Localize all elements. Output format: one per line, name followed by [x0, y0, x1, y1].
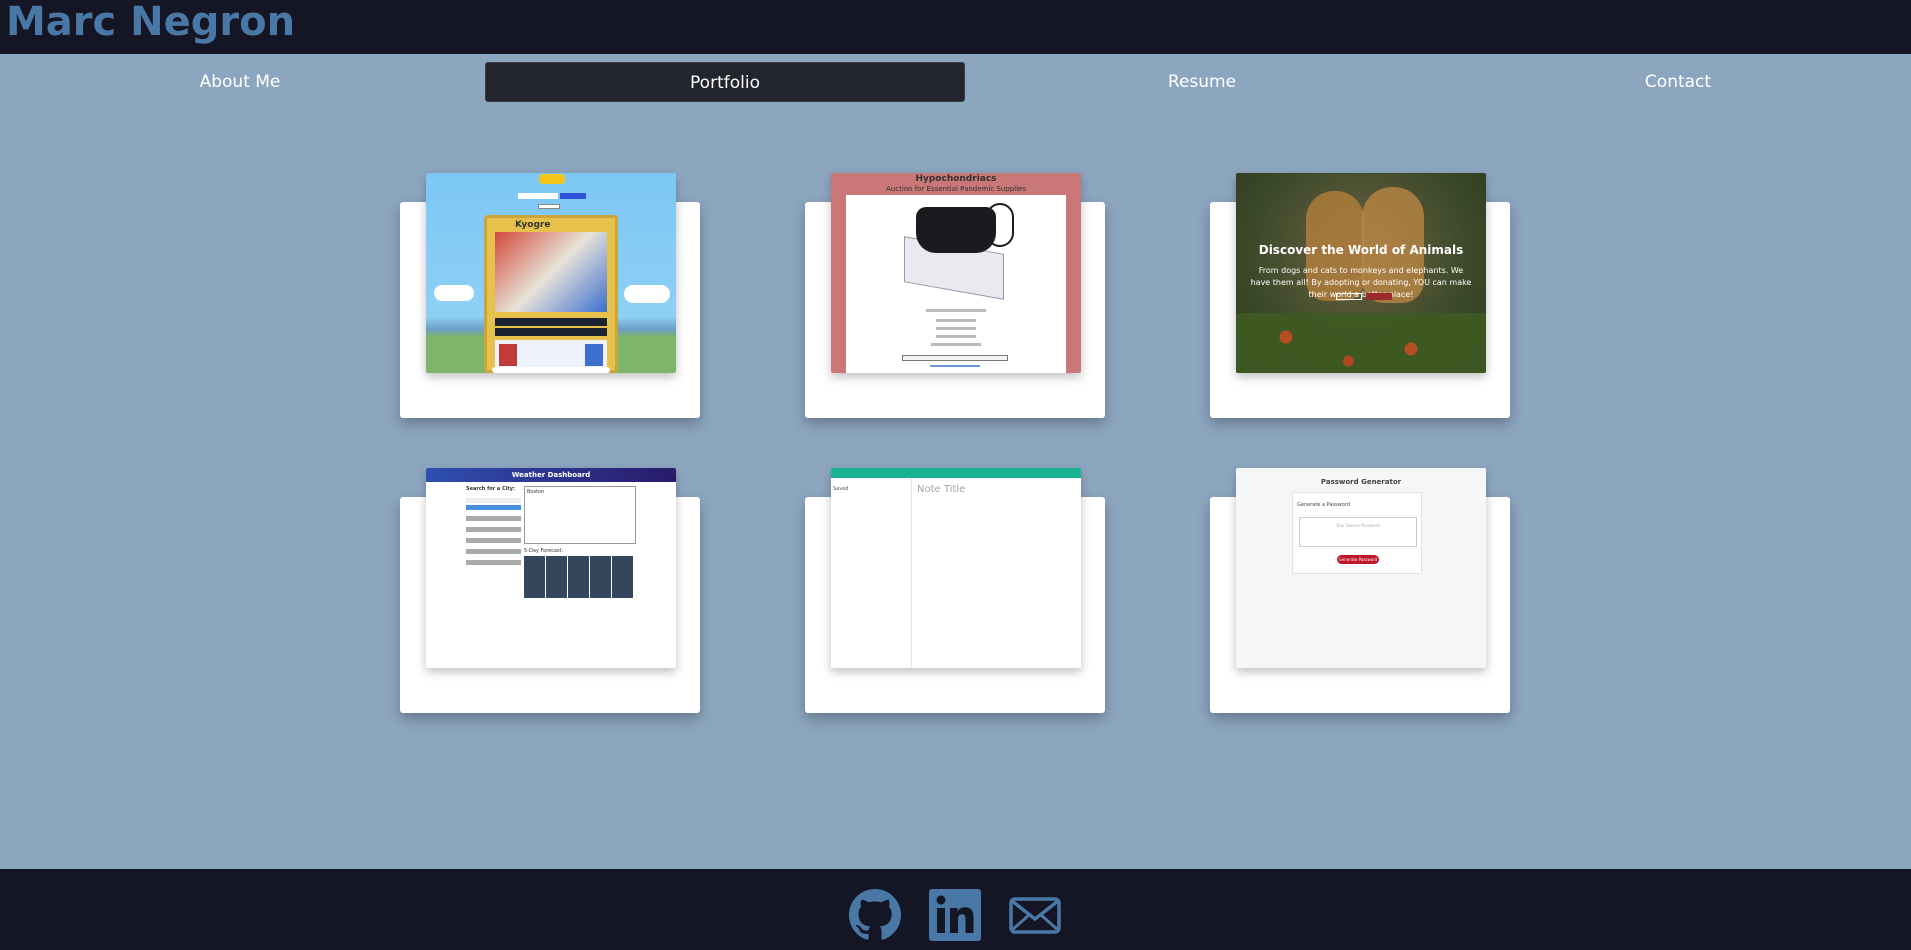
weather-project-screenshot[interactable]: Weather Dashboard Search for a City: Bos… — [426, 468, 676, 668]
text-line — [936, 335, 976, 338]
nav-about-me[interactable]: About Me — [0, 62, 480, 102]
hypo-subtitle: Auction for Essential Pandemic Supplies — [886, 185, 1026, 193]
card-row — [495, 340, 607, 370]
trading-card: Kyogre — [484, 215, 618, 373]
forecast-day — [546, 556, 567, 598]
city-name: Boston — [527, 489, 545, 495]
text-line — [926, 309, 986, 312]
brand-title: Marc Negron — [6, 0, 296, 45]
thumbnail — [499, 344, 517, 366]
nav-contact[interactable]: Contact — [1438, 62, 1911, 102]
password-project-screenshot[interactable]: Password Generator Generate a Password Y… — [1236, 468, 1486, 668]
saved-notes: Saved — [833, 486, 849, 492]
forecast-day — [524, 556, 545, 598]
thumbnail — [585, 344, 603, 366]
generate-button: Generate Password — [1337, 555, 1379, 564]
search-button — [466, 505, 521, 510]
password-label: Generate a Password — [1297, 502, 1350, 508]
card-art — [495, 232, 607, 312]
animals-project-screenshot[interactable]: Discover the World of Animals From dogs … — [1236, 173, 1486, 373]
text-line — [931, 343, 981, 346]
pokemon-logo — [539, 174, 565, 184]
back-link — [930, 365, 980, 367]
card-bar — [495, 328, 607, 336]
cloud — [624, 285, 670, 303]
card-name: Kyogre — [515, 220, 551, 230]
explore-button — [1336, 293, 1362, 300]
note-title: Note Title — [917, 484, 966, 495]
animals-heading: Discover the World of Animals — [1258, 243, 1464, 257]
hypo-title: Hypochondriacs — [915, 174, 997, 184]
small-button — [538, 204, 560, 209]
face-mask — [916, 207, 996, 253]
forecast-label: 5-Day Forecast: — [524, 548, 564, 554]
mask-strap — [986, 203, 1014, 247]
weather-sidebar: Search for a City: — [466, 486, 521, 565]
note-taker-project-screenshot[interactable]: Saved Note Title — [831, 468, 1081, 668]
linkedin-icon[interactable] — [929, 889, 981, 941]
search-button — [560, 193, 586, 199]
forecast-day — [590, 556, 611, 598]
nav-resume[interactable]: Resume — [962, 62, 1442, 102]
place-bid-button — [902, 355, 1008, 361]
pokemon-project-screenshot[interactable]: Kyogre — [426, 173, 676, 373]
column-divider — [911, 478, 912, 668]
github-icon[interactable] — [849, 889, 901, 941]
email-icon[interactable] — [1009, 889, 1061, 941]
main-nav: About Me Portfolio Resume Contact — [0, 62, 1911, 102]
nav-portfolio[interactable]: Portfolio — [485, 62, 965, 102]
password-card: Generate a Password Your Secure Password… — [1292, 492, 1422, 574]
forecast-day — [612, 556, 633, 598]
card-bar — [495, 318, 607, 326]
search-input — [518, 193, 558, 199]
text-line — [936, 319, 976, 322]
text-line — [936, 327, 976, 330]
history-button — [466, 538, 521, 543]
site-header: Marc Negron — [0, 0, 1911, 54]
history-button — [466, 549, 521, 554]
history-button — [466, 516, 521, 521]
search-label: Search for a City: — [466, 486, 516, 492]
current-weather: Boston — [524, 486, 636, 544]
history-button — [466, 560, 521, 565]
flowers — [1236, 313, 1486, 373]
cloud — [434, 285, 474, 301]
history-button — [466, 527, 521, 532]
password-title: Password Generator — [1320, 478, 1402, 486]
hypochondriacs-project-screenshot[interactable]: Hypochondriacs Auction for Essential Pan… — [831, 173, 1081, 373]
donate-button — [1366, 293, 1392, 300]
bottom-button — [492, 367, 610, 373]
note-header — [831, 468, 1081, 478]
password-output: Your Secure Password — [1299, 517, 1417, 547]
hypo-panel — [846, 195, 1066, 373]
forecast-day — [568, 556, 589, 598]
city-input — [466, 498, 521, 503]
weather-header: Weather Dashboard — [426, 468, 676, 482]
